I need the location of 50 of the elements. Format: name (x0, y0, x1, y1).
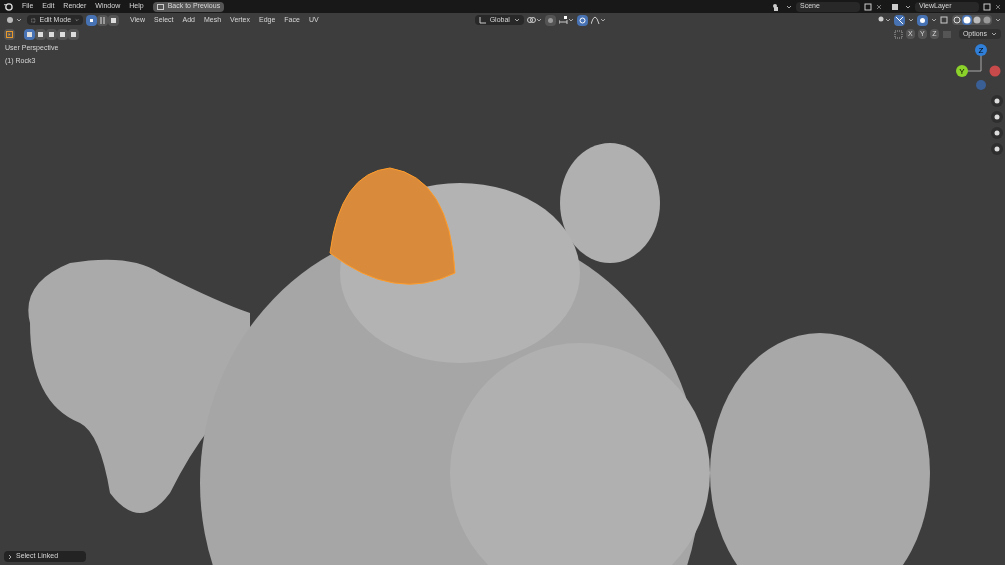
caret-icon (991, 32, 997, 36)
axes-icon (478, 16, 486, 24)
pivot-button[interactable] (526, 16, 542, 24)
selection-mode-icon[interactable] (57, 28, 68, 40)
caret-icon (567, 18, 574, 22)
gizmo-toggle-button[interactable] (894, 14, 905, 26)
selection-mode-icon[interactable] (24, 28, 35, 40)
selection-mode-icon[interactable] (46, 28, 57, 40)
material-shading-icon[interactable] (972, 15, 982, 25)
overlay-icon (919, 16, 926, 24)
copy-icon[interactable] (983, 2, 991, 11)
app-logo-icon[interactable] (4, 2, 13, 11)
selection-mode-icon[interactable] (68, 28, 79, 40)
close-icon[interactable] (876, 3, 882, 10)
caret-icon (535, 18, 542, 22)
proportional-icon[interactable] (576, 14, 588, 26)
caret-icon (599, 18, 606, 22)
caret-icon (995, 18, 1001, 22)
caret-icon (885, 18, 891, 22)
copy-icon[interactable] (864, 2, 872, 11)
edge-select-icon[interactable] (97, 14, 108, 26)
gizmo-icon (896, 16, 903, 24)
axis-gizmo-drawing[interactable]: Z Y (953, 43, 1003, 91)
face-select-icon[interactable] (108, 14, 119, 26)
visibility-button[interactable] (876, 16, 891, 24)
caret-icon (905, 4, 911, 9)
editor-type-icon (6, 16, 15, 24)
layers-icon[interactable] (891, 2, 901, 11)
wireframe-shading-icon[interactable] (952, 15, 962, 25)
edit-mode-icon (31, 16, 36, 24)
selection-mode-icon[interactable] (35, 28, 46, 40)
editor-type-button[interactable] (4, 16, 24, 24)
xray-icon[interactable] (940, 15, 949, 25)
overlay-toggle-button[interactable] (917, 14, 928, 26)
close-icon[interactable] (995, 3, 1001, 10)
falloff-button[interactable] (590, 16, 606, 24)
caret-icon (513, 18, 520, 22)
caret-icon (908, 18, 914, 22)
caret-icon (16, 18, 22, 22)
snap-target-button[interactable] (558, 16, 574, 24)
caret-icon (786, 4, 792, 9)
play-icon[interactable] (4, 28, 15, 40)
solid-shading-icon[interactable] (962, 15, 972, 25)
chevron-icon (8, 553, 12, 560)
caret-icon (931, 18, 937, 22)
rendered-shading-icon[interactable] (982, 15, 992, 25)
vertex-select-icon[interactable] (86, 14, 97, 26)
window-icon (156, 3, 164, 10)
caret-icon (75, 18, 79, 22)
snap-icon[interactable] (544, 14, 556, 26)
